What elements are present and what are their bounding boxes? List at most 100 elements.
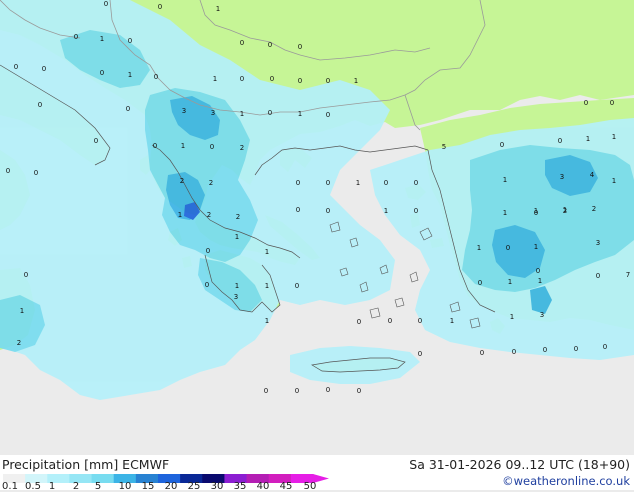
precip-value-label: 0 <box>295 282 299 290</box>
precip-value-label: 1 <box>538 277 542 285</box>
credit-link[interactable]: ©weatheronline.co.uk <box>502 474 630 488</box>
precip-value-label: 0 <box>506 244 510 252</box>
precip-value-label: 0 <box>543 346 547 354</box>
precip-value-label: 1 <box>534 207 538 215</box>
precip-value-label: 2 <box>592 205 596 213</box>
precip-value-label: 0 <box>210 143 214 151</box>
precip-value-label: 1 <box>354 77 358 85</box>
precip-value-label: 1 <box>586 135 590 143</box>
precip-value-label: 0 <box>536 267 540 275</box>
precip-value-label: 2 <box>236 213 240 221</box>
precip-value-label: 0 <box>296 206 300 214</box>
map-title: Precipitation [mm] ECMWF <box>2 457 170 472</box>
precip-value-label: 1 <box>503 209 507 217</box>
precip-value-label: 1 <box>20 307 24 315</box>
precip-value-label: 0 <box>268 109 272 117</box>
precip-value-label: 1 <box>450 317 454 325</box>
precip-value-label: 0 <box>240 39 244 47</box>
precip-value-label: 0 <box>357 318 361 326</box>
precip-value-label: 0 <box>326 207 330 215</box>
precip-value-label: 0 <box>388 317 392 325</box>
precip-value-label: 0 <box>268 41 272 49</box>
precip-value-label: 0 <box>610 99 614 107</box>
precip-value-label: 3 <box>234 293 238 301</box>
legend-tick-label: 1 <box>48 481 56 492</box>
precip-value-label: 0 <box>512 348 516 356</box>
precip-value-label: 0 <box>478 279 482 287</box>
precip-value-label: 2 <box>180 177 184 185</box>
precip-value-label: 0 <box>418 350 422 358</box>
precip-value-label: 0 <box>264 387 268 395</box>
precip-value-label: 0 <box>298 43 302 51</box>
precip-value-label: 2 <box>563 207 567 215</box>
precip-value-label: 1 <box>508 278 512 286</box>
precip-value-label: 1 <box>477 244 481 252</box>
precip-value-label: 2 <box>207 211 211 219</box>
legend-tick-label: 5 <box>94 481 102 492</box>
precip-value-label: 0 <box>500 141 504 149</box>
precip-value-label: 1 <box>216 5 220 13</box>
precip-value-label: 0 <box>584 99 588 107</box>
precip-value-label: 0 <box>558 137 562 145</box>
precip-value-label: 0 <box>326 111 330 119</box>
precip-value-label: 2 <box>17 339 21 347</box>
precip-value-label: 1 <box>298 110 302 118</box>
precip-value-label: 1 <box>384 207 388 215</box>
precip-value-label: 1 <box>534 243 538 251</box>
precip-value-label: 0 <box>104 0 108 8</box>
precip-value-label: 0 <box>480 349 484 357</box>
precip-value-label: 3 <box>596 239 600 247</box>
precip-value-label: 1 <box>356 179 360 187</box>
precip-value-label: 0 <box>240 75 244 83</box>
precip-value-label: 0 <box>205 281 209 289</box>
legend-tick-label: 15 <box>141 481 155 492</box>
precip-value-label: 0 <box>603 343 607 351</box>
precip-value-label: 0 <box>206 247 210 255</box>
precip-value-label: 1 <box>612 177 616 185</box>
legend-tick-label: 40 <box>256 481 270 492</box>
precip-value-label: 1 <box>235 282 239 290</box>
legend-tick-label: 45 <box>279 481 293 492</box>
legend-tick-label: 25 <box>187 481 201 492</box>
precip-value-label: 1 <box>503 176 507 184</box>
precip-value-label: 0 <box>296 179 300 187</box>
precip-value-label: 0 <box>384 179 388 187</box>
precip-value-label: 1 <box>235 233 239 241</box>
precip-value-label: 3 <box>560 173 564 181</box>
precip-value-label: 0 <box>94 137 98 145</box>
precip-value-label: 0 <box>298 77 302 85</box>
precip-value-label: 0 <box>357 387 361 395</box>
map-datetime: Sa 31-01-2026 09..12 UTC (18+90) <box>409 457 630 472</box>
precip-value-label: 0 <box>158 3 162 11</box>
legend-tick-label: 10 <box>118 481 132 492</box>
precip-value-label: 0 <box>414 207 418 215</box>
precip-value-label: 0 <box>596 272 600 280</box>
precip-value-label: 1 <box>612 133 616 141</box>
precip-value-label: 4 <box>590 171 595 179</box>
precip-value-label: 0 <box>24 271 28 279</box>
precip-value-label: 0 <box>42 65 46 73</box>
precip-value-label: 0 <box>418 317 422 325</box>
precip-value-label: 0 <box>295 387 299 395</box>
precip-value-label: 1 <box>240 110 244 118</box>
precip-value-label: 1 <box>265 282 269 290</box>
legend-tick-label: 0.5 <box>25 481 41 492</box>
precip-value-label: 1 <box>213 75 217 83</box>
precip-value-label: 0 <box>6 167 10 175</box>
precip-value-label: 1 <box>181 142 185 150</box>
precip-value-label: 0 <box>34 169 38 177</box>
precip-value-label: 3 <box>182 107 186 115</box>
precip-value-label: 1 <box>510 313 514 321</box>
precip-value-label: 0 <box>74 33 78 41</box>
precip-value-label: 1 <box>265 248 269 256</box>
precipitation-map: 0 1 0 0 0 0 0 1 0 0 0 0 1 0 1 0 0 0 0 1 0 0 3 3 1 0 1 0 0 0 0 0 1 0 2 5 0 0 1 1… <box>0 0 634 455</box>
precip-value-label: 0 <box>38 101 42 109</box>
precip-value-label: 3 <box>211 109 215 117</box>
precip-value-label: 1 <box>265 317 269 325</box>
precip-value-label: 0 <box>154 73 158 81</box>
precip-value-label: 0 <box>100 69 104 77</box>
legend-tick-label: 2 <box>72 481 80 492</box>
precip-value-label: 2 <box>209 179 213 187</box>
precip-value-label: 0 <box>326 386 330 394</box>
precip-value-label: 1 <box>128 71 132 79</box>
